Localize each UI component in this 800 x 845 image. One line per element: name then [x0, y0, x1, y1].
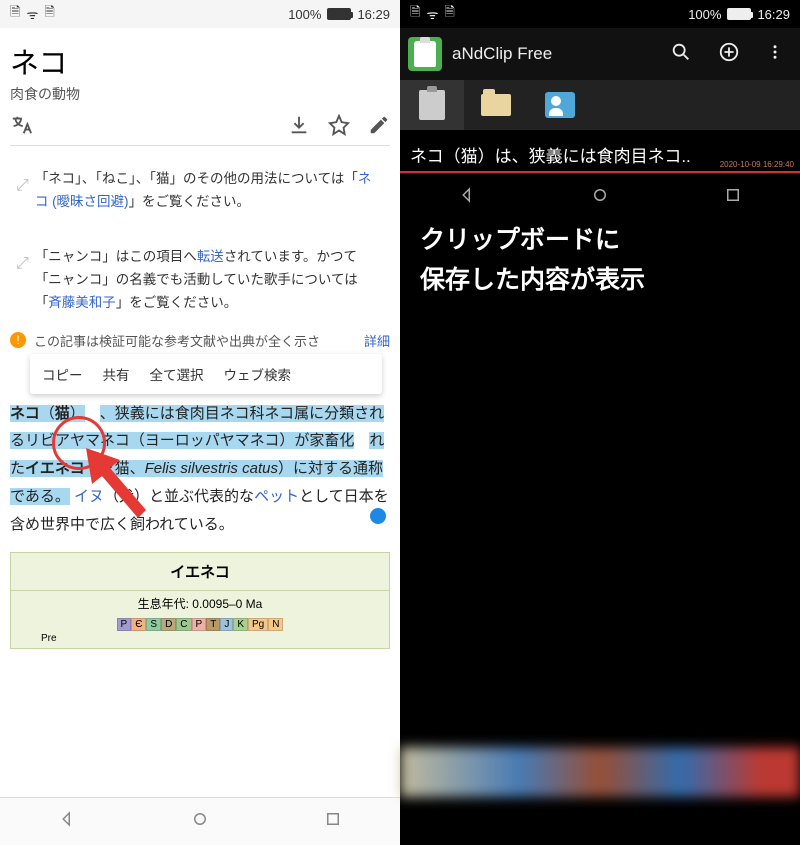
art-s1i: Felis silvestris catus — [145, 460, 278, 477]
wifi-icon: ᯤ — [26, 5, 38, 23]
phone-right: 🗎 ᯤ 🗎 100% 16:29 aNdClip Free ネコ（猫）は、狭義に… — [400, 0, 800, 845]
detail-link[interactable]: 詳細 — [364, 331, 390, 350]
tl-6: T — [206, 618, 220, 631]
infobox-era: 生息年代: 0.0095–0 Ma — [11, 590, 389, 616]
clip-text: ネコ（猫）は、狭義には食肉目ネコ.. — [410, 147, 691, 166]
battery-pct-r: 100% — [688, 7, 721, 22]
selection-handle-end[interactable] — [370, 508, 386, 524]
battery-icon-r — [727, 8, 751, 20]
battery-small-icon: 🗎 — [444, 3, 454, 25]
app-header: aNdClip Free — [400, 28, 800, 80]
art-s1d: ） — [70, 405, 85, 422]
tab-clipboard[interactable] — [400, 80, 464, 130]
overlay-annotation: クリップボードに 保存した内容が表示 — [420, 220, 780, 300]
disambig-box-1: ⤢ 「ネコ」、「ねこ」、「猫」のその他の用法については「ネコ (曖昧さ回避)」を… — [10, 158, 390, 224]
nav-back[interactable] — [58, 810, 76, 833]
nav-bar-left — [0, 797, 400, 845]
tl-2: S — [146, 618, 161, 631]
clip-timestamp: 2020-10-09 16:29:40 — [720, 160, 794, 169]
disambig2-link2[interactable]: 斉藤美和子 — [48, 295, 116, 310]
add-icon[interactable] — [710, 41, 748, 68]
tl-10: N — [268, 618, 283, 631]
tl-4: C — [176, 618, 191, 631]
warning-icon: ! — [10, 332, 26, 348]
page-title: ネコ — [10, 40, 390, 82]
battery-icon — [327, 8, 351, 20]
disambig2-a: 「ニャンコ」はこの項目へ — [35, 249, 197, 264]
download-icon[interactable] — [288, 114, 310, 141]
clipboard-icon — [419, 90, 445, 120]
translate-icon[interactable] — [10, 114, 32, 141]
art-s2c[interactable]: ペット — [254, 488, 299, 505]
overlay-line1: クリップボードに — [420, 220, 780, 260]
status-bar: 🗎 ᯤ 🗎 100% 16:29 — [0, 0, 400, 28]
warning-text: この記事は検証可能な参考文献や出典が全く示さ — [34, 331, 320, 350]
context-web-search[interactable]: ウェブ検索 — [224, 364, 292, 384]
edit-icon[interactable] — [368, 114, 390, 141]
article-toolbar — [10, 114, 390, 146]
tab-row — [400, 80, 800, 130]
wiki-content: ネコ 肉食の動物 ⤢ 「ネコ」、「ねこ」、「猫」のその他の用法につい — [0, 28, 400, 797]
disambig-icon: ⤢ — [16, 172, 29, 214]
article-body: ネコ（猫）は、狭義には食肉目ネコ科ネコ属に分類されるリビアヤマネコ（ヨーロッパヤ… — [10, 400, 390, 539]
disambig-box-2: ⤢ 「ニャンコ」はこの項目へ転送されています。かつて「ニャンコ」の名義でも活動し… — [10, 236, 390, 325]
overlay-line2: 保存した内容が表示 — [420, 260, 780, 300]
page-subtitle: 肉食の動物 — [10, 84, 390, 104]
contact-icon — [545, 92, 575, 118]
status-bar-right: 🗎 ᯤ 🗎 100% 16:29 — [400, 0, 800, 28]
tl-8: K — [233, 618, 248, 631]
infobox-title: イエネコ — [11, 553, 389, 590]
art-s1b: （ — [40, 405, 55, 422]
tl-0: P — [117, 618, 132, 631]
battery-small-icon: 🗎 — [44, 3, 54, 25]
star-icon[interactable] — [328, 114, 350, 141]
disambig1-post: 」をご覧ください。 — [129, 194, 251, 209]
art-s2b: （犬）と並ぶ代表的な — [104, 488, 254, 505]
art-s1g: イエネコ — [25, 460, 85, 477]
status-time-r: 16:29 — [757, 7, 790, 22]
tl-1: Є — [131, 618, 146, 631]
tl-7: J — [220, 618, 233, 631]
disambig-icon-2: ⤢ — [16, 250, 29, 315]
tl-9: Pg — [248, 618, 268, 631]
infobox: イエネコ 生息年代: 0.0095–0 Ma P Є S D C P T J K… — [10, 552, 390, 649]
nav-home-r[interactable] — [591, 186, 609, 209]
disambig1-pre: 「ネコ」、「ねこ」、「猫」のその他の用法については「 — [35, 171, 358, 186]
infobox-side: Pre — [11, 633, 389, 648]
context-select-all[interactable]: 全て選択 — [150, 364, 204, 384]
nav-recent-r[interactable] — [724, 186, 742, 209]
art-s1a: ネコ — [10, 405, 40, 422]
disambig2-link1[interactable]: 転送 — [197, 249, 224, 264]
app-icon — [408, 37, 442, 71]
app-title: aNdClip Free — [452, 44, 652, 64]
art-s1c: 猫 — [55, 405, 70, 422]
nav-recent[interactable] — [324, 810, 342, 833]
context-share[interactable]: 共有 — [103, 364, 130, 384]
wifi-icon: ᯤ — [426, 5, 438, 23]
folder-icon — [481, 94, 511, 116]
tab-contact[interactable] — [528, 80, 592, 130]
doc-icon: 🗎 — [10, 3, 20, 25]
tl-3: D — [161, 618, 176, 631]
disambig2-c: 」をご覧ください。 — [116, 295, 238, 310]
doc-icon: 🗎 — [410, 3, 420, 25]
search-icon[interactable] — [662, 41, 700, 68]
menu-icon[interactable] — [758, 43, 792, 66]
tab-folder[interactable] — [464, 80, 528, 130]
status-time: 16:29 — [357, 7, 390, 22]
text-context-menu: コピー 共有 全て選択 ウェブ検索 — [30, 354, 382, 394]
tl-5: P — [192, 618, 207, 631]
nav-back-r[interactable] — [458, 186, 476, 209]
phone-left: 🗎 ᯤ 🗎 100% 16:29 ネコ 肉食の動物 — [0, 0, 400, 845]
warning-row: ! この記事は検証可能な参考文献や出典が全く示さ 詳細 — [10, 331, 390, 350]
context-copy[interactable]: コピー — [42, 364, 83, 384]
battery-pct: 100% — [288, 7, 321, 22]
nav-bar-right — [400, 173, 800, 221]
ad-banner-blurred — [400, 747, 800, 797]
art-s1h: （家猫、 — [85, 460, 145, 477]
art-s2a[interactable]: イヌ — [74, 488, 104, 505]
clip-entry[interactable]: ネコ（猫）は、狭義には食肉目ネコ.. 2020-10-09 16:29:40 — [400, 130, 800, 173]
timeline-row: P Є S D C P T J K Pg N — [11, 616, 389, 633]
nav-home[interactable] — [191, 810, 209, 833]
